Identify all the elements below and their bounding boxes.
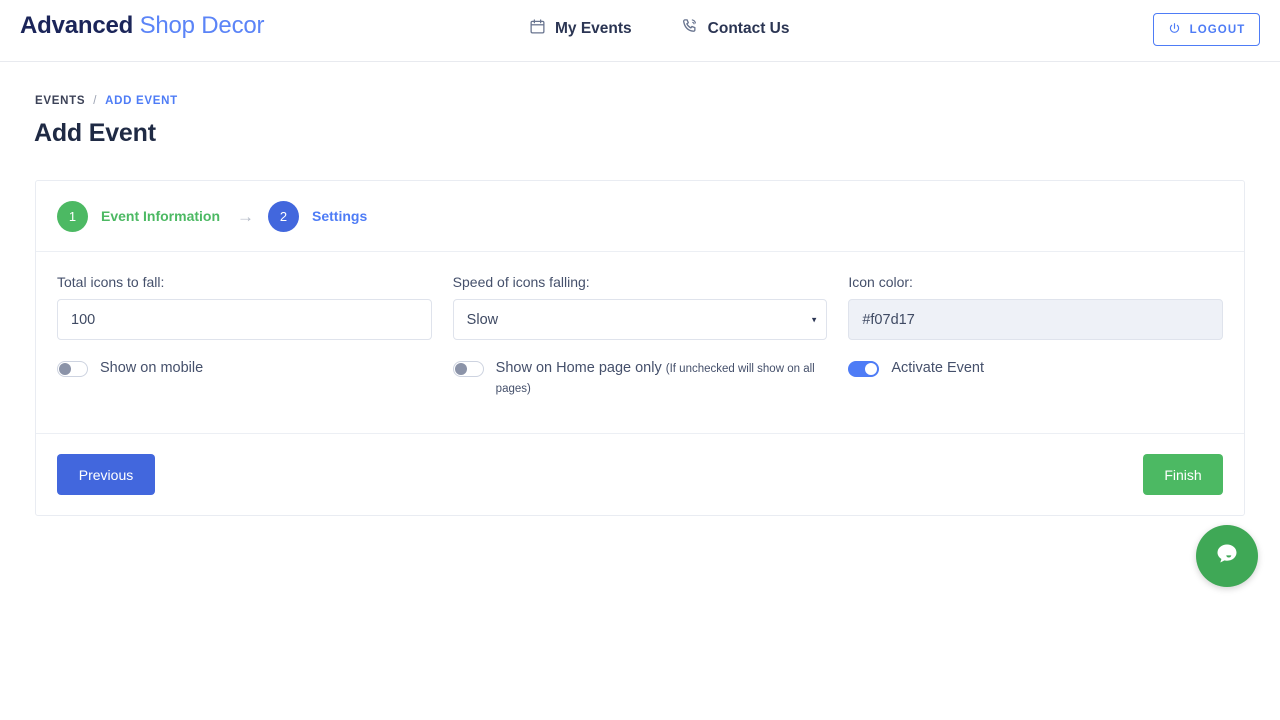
nav-item-my-events[interactable]: My Events [529,18,632,40]
previous-button[interactable]: Previous [57,454,155,495]
page-title: Add Event [34,119,156,147]
total-icons-label: Total icons to fall: [57,274,165,290]
show-on-mobile-toggle[interactable] [57,361,88,377]
icon-color-input[interactable] [848,299,1224,340]
step-1-label: Event Information [101,208,221,224]
chat-bubble-icon [1212,539,1242,574]
show-home-page-only-label: Show on Home page only (If unchecked wil… [496,359,828,399]
field-group-total-icons: Total icons to fall: Show on mobile [57,274,432,399]
add-event-card: 1 Event Information → 2 Settings Total i… [35,180,1245,516]
activate-event-toggle[interactable] [848,361,880,377]
power-icon [1168,22,1181,38]
finish-button[interactable]: Finish [1143,454,1223,495]
step-2-label: Settings [312,208,368,224]
stepper: 1 Event Information → 2 Settings [57,200,368,232]
speed-select[interactable]: Slow [452,299,828,340]
field-group-speed: Speed of icons falling: Slow ▾ Show on H… [452,274,828,399]
home-page-only-text: Show on Home page only [495,360,662,376]
breadcrumb-current: ADD EVENT [105,95,178,107]
toggle-row-show-on-mobile: Show on mobile [57,359,432,378]
show-home-page-only-toggle[interactable] [452,361,484,377]
activate-event-label: Activate Event [891,360,985,376]
phone-ring-icon [681,17,699,40]
toggle-row-activate-event: Activate Event [848,359,1223,378]
field-group-icon-color: Icon color: Activate Event [848,274,1224,399]
brand-name-light: Shop Decor [139,12,265,39]
nav-item-contact-us[interactable]: Contact Us [681,17,790,40]
logout-label: LOGOUT [1189,23,1246,36]
step-2-number: 2 [268,200,300,232]
step-event-information[interactable]: 1 Event Information [57,200,221,232]
chat-widget-button[interactable] [1196,525,1258,587]
brand-name-bold: Advanced [20,12,134,39]
stepper-arrow-icon: → [237,206,255,226]
nav-label-my-events: My Events [555,19,632,37]
breadcrumb-events[interactable]: EVENTS [35,95,85,107]
show-on-mobile-label: Show on mobile [100,360,204,376]
logout-button[interactable]: LOGOUT [1153,13,1260,46]
site-header: Advanced Shop Decor My Events Contact Us [0,0,1280,62]
breadcrumb-separator: / [93,95,98,107]
calendar-icon [529,18,546,40]
form-row: Total icons to fall: Show on mobile Spee… [57,274,1224,399]
total-icons-input[interactable] [57,299,432,340]
main-nav: My Events Contact Us [529,17,790,40]
brand-logo[interactable]: Advanced Shop Decor [20,12,265,40]
speed-selected-value: Slow [466,311,499,328]
toggle-row-home-page-only: Show on Home page only (If unchecked wil… [452,359,828,399]
speed-label: Speed of icons falling: [452,274,590,290]
stepper-bar: 1 Event Information → 2 Settings [36,181,1244,252]
card-footer: Previous Finish [36,434,1244,515]
nav-label-contact-us: Contact Us [707,19,790,37]
step-settings[interactable]: 2 Settings [268,200,368,232]
step-1-number: 1 [57,200,88,232]
speed-select-wrap: Slow ▾ [452,299,828,340]
settings-form: Total icons to fall: Show on mobile Spee… [36,252,1244,434]
icon-color-label: Icon color: [848,274,913,290]
breadcrumb: EVENTS / ADD EVENT [35,95,178,107]
